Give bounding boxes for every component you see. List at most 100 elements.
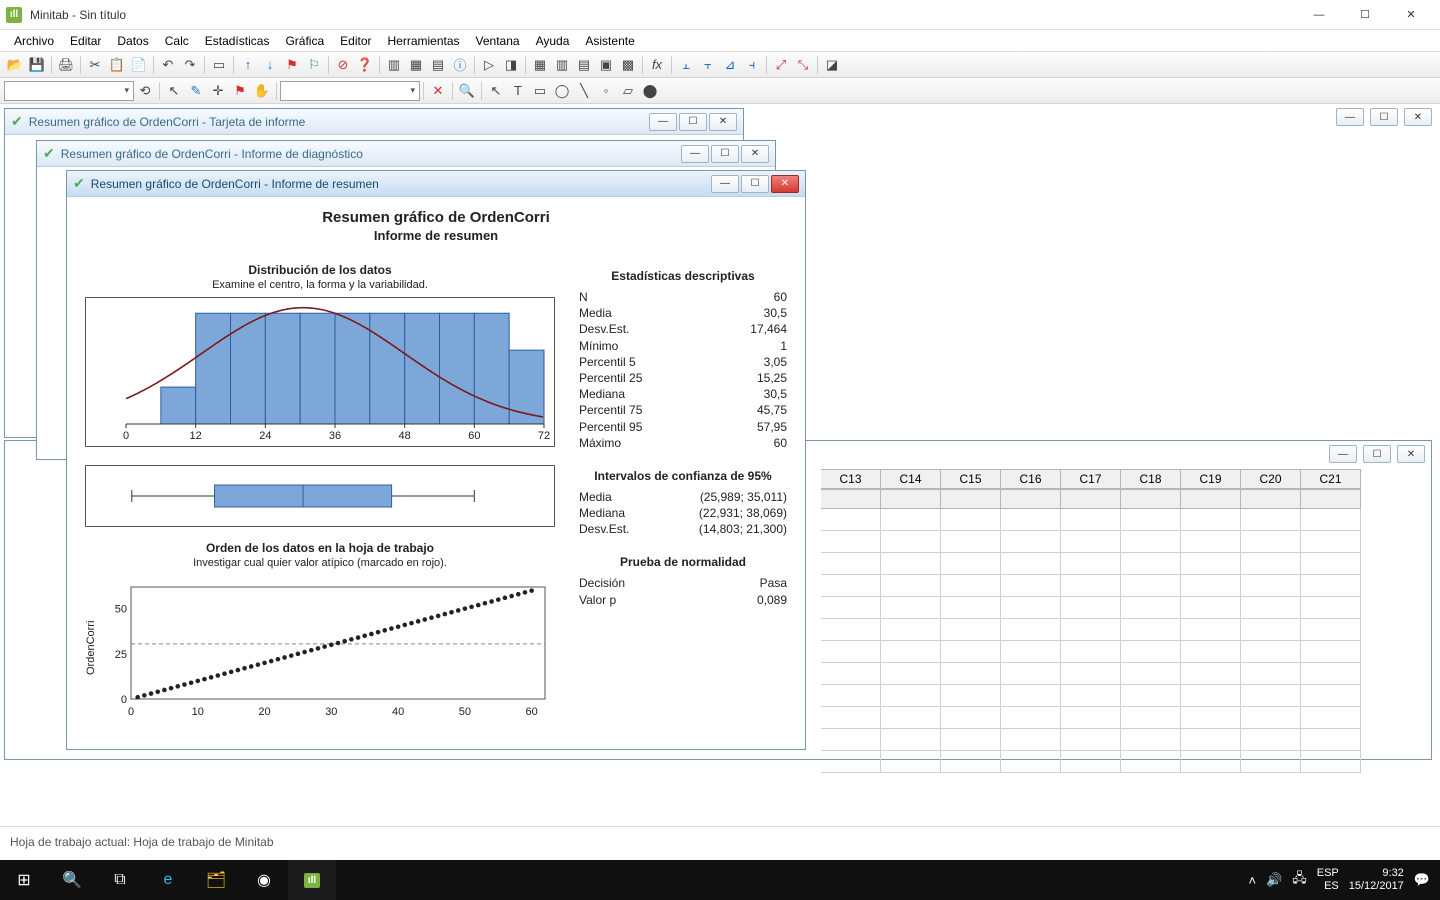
child2-min-button[interactable]: — (681, 145, 709, 163)
chart-b-icon[interactable]: ⫟ (697, 54, 719, 76)
flag-icon[interactable]: ⚑ (281, 54, 303, 76)
rect-icon[interactable]: ▭ (529, 80, 551, 102)
arrow-down-icon[interactable]: ↓ (259, 54, 281, 76)
col-c21[interactable]: C21 (1301, 469, 1361, 489)
session-icon[interactable]: ▥ (383, 54, 405, 76)
hand-icon[interactable]: ✋ (251, 80, 273, 102)
menu-estadisticas[interactable]: Estadísticas (197, 32, 278, 50)
chart-e-icon[interactable]: ⤢ (770, 54, 792, 76)
arrow-up-icon[interactable]: ↑ (237, 54, 259, 76)
system-tray[interactable]: ˄ 🔊 🖧 ESP ES 9:32 15/12/2017 💬 (1238, 867, 1440, 893)
bookmark-icon[interactable]: ⚐ (303, 54, 325, 76)
chart-d-icon[interactable]: ⫞ (741, 54, 763, 76)
circle-icon[interactable]: ◯ (551, 80, 573, 102)
child1-min-button[interactable]: — (649, 113, 677, 131)
col-c15[interactable]: C15 (941, 469, 1001, 489)
ws-close-button[interactable]: ✕ (1397, 445, 1425, 463)
eraser-icon[interactable]: ◪ (821, 54, 843, 76)
redo-icon[interactable]: ↷ (179, 54, 201, 76)
chart-c-icon[interactable]: ⊿ (719, 54, 741, 76)
minitab-taskbar-icon[interactable]: ıll (288, 860, 336, 900)
menu-grafica[interactable]: Gráfica (277, 32, 332, 50)
line-icon[interactable]: ╲ (573, 80, 595, 102)
network-icon[interactable]: 🖧 (1292, 869, 1307, 891)
polygon-icon[interactable]: ▱ (617, 80, 639, 102)
mdi-max-button[interactable]: ☐ (1370, 108, 1398, 126)
cut-icon[interactable]: ✂ (84, 54, 106, 76)
child1-close-button[interactable]: ✕ (709, 113, 737, 131)
chart-a-icon[interactable]: ⫠ (675, 54, 697, 76)
next-icon[interactable]: ▷ (478, 54, 500, 76)
col-c19[interactable]: C19 (1181, 469, 1241, 489)
combo-1[interactable]: ▾ (4, 81, 134, 101)
menu-archivo[interactable]: Archivo (6, 32, 62, 50)
maximize-button[interactable]: ☐ (1342, 0, 1388, 30)
child3-min-button[interactable]: — (711, 175, 739, 193)
clock[interactable]: ESP ES (1317, 867, 1339, 893)
grid3-icon[interactable]: ▤ (573, 54, 595, 76)
brush-icon[interactable]: ✎ (185, 80, 207, 102)
col-c18[interactable]: C18 (1121, 469, 1181, 489)
chart-f-icon[interactable]: ⤡ (792, 54, 814, 76)
last-command-icon[interactable]: ◨ (500, 54, 522, 76)
child1-max-button[interactable]: ☐ (679, 113, 707, 131)
menu-ayuda[interactable]: Ayuda (528, 32, 578, 50)
notifications-icon[interactable]: 💬 (1414, 872, 1430, 888)
explorer-icon[interactable]: 🗂 (192, 860, 240, 900)
datetime[interactable]: 9:32 15/12/2017 (1349, 867, 1404, 893)
grid2-icon[interactable]: ▥ (551, 54, 573, 76)
edge-icon[interactable]: e (144, 860, 192, 900)
text-icon[interactable]: T (507, 80, 529, 102)
mdi-close-button[interactable]: ✕ (1404, 108, 1432, 126)
pointer-icon[interactable]: ↖ (163, 80, 185, 102)
volume-icon[interactable]: 🔊 (1266, 872, 1282, 888)
minimize-button[interactable]: — (1296, 0, 1342, 30)
polyline-icon[interactable]: ◦ (595, 80, 617, 102)
refresh-icon[interactable]: ⟲ (134, 80, 156, 102)
child2-max-button[interactable]: ☐ (711, 145, 739, 163)
menu-editor[interactable]: Editor (332, 32, 379, 50)
menu-editar[interactable]: Editar (62, 32, 109, 50)
help-icon[interactable]: ❓ (354, 54, 376, 76)
close-button[interactable]: ✕ (1388, 0, 1434, 30)
start-button[interactable]: ⊞ (0, 860, 48, 900)
save-icon[interactable]: 💾 (26, 54, 48, 76)
col-c13[interactable]: C13 (821, 469, 881, 489)
zoom-icon[interactable]: 🔍 (456, 80, 478, 102)
menu-datos[interactable]: Datos (109, 32, 156, 50)
open-icon[interactable]: 📂 (4, 54, 26, 76)
delete-icon[interactable]: ✕ (427, 80, 449, 102)
info-icon[interactable]: ⓘ (449, 54, 471, 76)
menu-calc[interactable]: Calc (157, 32, 197, 50)
taskview-icon[interactable]: ⧉ (96, 860, 144, 900)
child3-close-button[interactable]: ✕ (771, 175, 799, 193)
copy-icon[interactable]: 📋 (106, 54, 128, 76)
col-c14[interactable]: C14 (881, 469, 941, 489)
grid4-icon[interactable]: ▣ (595, 54, 617, 76)
worksheet-icon[interactable]: ▦ (405, 54, 427, 76)
menu-asistente[interactable]: Asistente (577, 32, 642, 50)
chrome-icon[interactable]: ◉ (240, 860, 288, 900)
select-icon[interactable]: ↖ (485, 80, 507, 102)
ws-min-button[interactable]: — (1329, 445, 1357, 463)
col-c17[interactable]: C17 (1061, 469, 1121, 489)
new-sheet-icon[interactable]: ▭ (208, 54, 230, 76)
fx-icon[interactable]: fx (646, 54, 668, 76)
col-c16[interactable]: C16 (1001, 469, 1061, 489)
flag2-icon[interactable]: ⚑ (229, 80, 251, 102)
project-icon[interactable]: ▤ (427, 54, 449, 76)
ws-max-button[interactable]: ☐ (1363, 445, 1391, 463)
marker-icon[interactable]: ⬤ (639, 80, 661, 102)
menu-herramientas[interactable]: Herramientas (380, 32, 468, 50)
menu-ventana[interactable]: Ventana (468, 32, 528, 50)
grid1-icon[interactable]: ▦ (529, 54, 551, 76)
grid5-icon[interactable]: ▩ (617, 54, 639, 76)
cancel-icon[interactable]: ⊘ (332, 54, 354, 76)
combo-2[interactable]: ▾ (280, 81, 420, 101)
paste-icon[interactable]: 📄 (128, 54, 150, 76)
col-c20[interactable]: C20 (1241, 469, 1301, 489)
search-icon[interactable]: 🔍 (48, 860, 96, 900)
undo-icon[interactable]: ↶ (157, 54, 179, 76)
child-window-3[interactable]: ✔ Resumen gráfico de OrdenCorri - Inform… (66, 170, 806, 750)
child3-max-button[interactable]: ☐ (741, 175, 769, 193)
